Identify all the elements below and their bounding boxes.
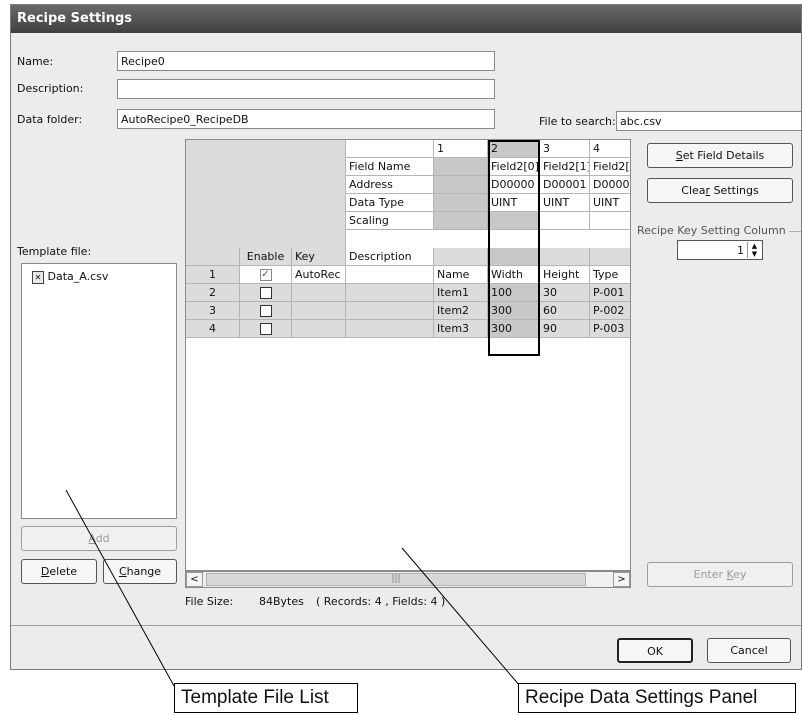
template-list-callout: Template File List [174, 683, 358, 713]
callout-lines [65, 489, 521, 687]
recipe-panel-leader-line [401, 547, 521, 687]
recipe-panel-callout: Recipe Data Settings Panel [518, 683, 796, 713]
template-list-leader-line [65, 489, 175, 687]
